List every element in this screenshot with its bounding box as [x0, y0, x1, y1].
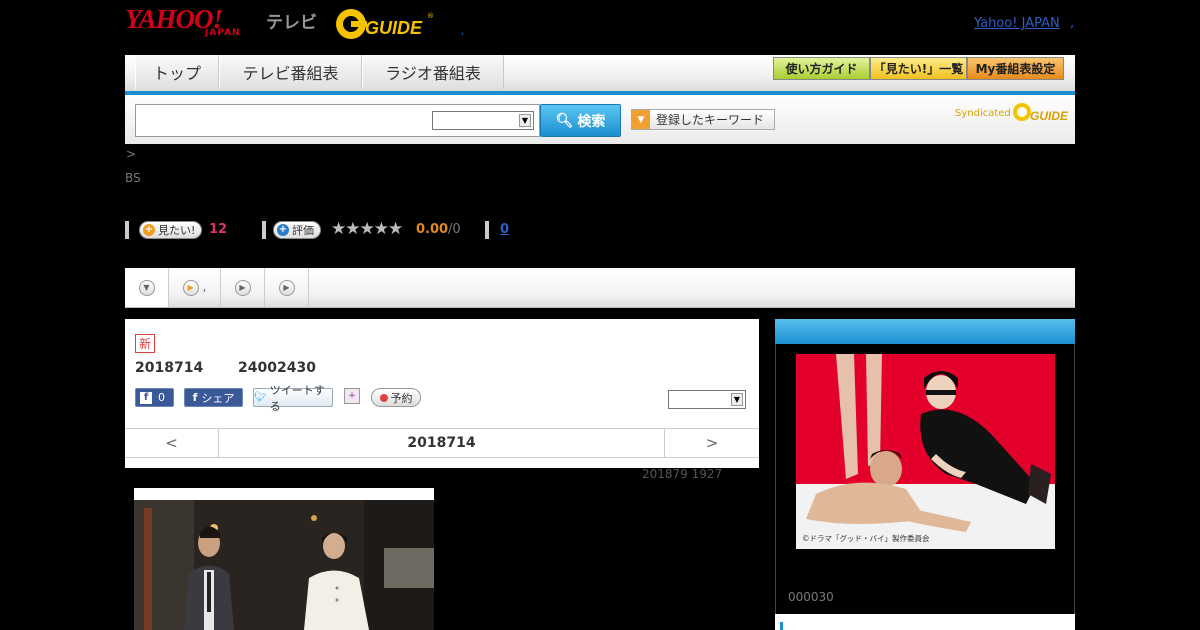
rating-count: /0	[448, 222, 461, 237]
star-icon: ★	[345, 219, 360, 239]
search-button-label: 検索	[577, 113, 606, 130]
program-time: 24002430	[238, 360, 316, 376]
registered-keywords-label: 登録したキーワード	[656, 113, 765, 127]
chevron-down-icon: ▼	[519, 114, 531, 127]
tweet-button[interactable]: 🐦︎ ツイートする	[253, 384, 333, 413]
date-navigator: < 2018714 >	[125, 428, 759, 458]
registered-keywords-button[interactable]: ▼ 登録したキーワード	[631, 109, 775, 130]
yahoo-japan-link[interactable]: Yahoo! JAPAN	[974, 16, 1060, 31]
chevron-down-icon: ▼	[138, 279, 155, 296]
program-scene-image	[134, 488, 434, 630]
yahoo-japan-sublogo: JAPAN	[205, 28, 241, 38]
want-list-button[interactable]: 「見たい!」一覧	[870, 57, 967, 80]
divider-bar	[485, 221, 489, 239]
facebook-share-button[interactable]: f シェア	[184, 388, 243, 407]
reserve-label: 予約	[390, 391, 413, 405]
device-select[interactable]: ▼	[668, 390, 746, 409]
main-nav: トップ テレビ番組表 ラジオ番組表 使い方ガイド 「見たい!」一覧 My番組表設…	[125, 55, 1075, 95]
next-date-button[interactable]: >	[664, 429, 759, 457]
section-marker	[780, 622, 783, 630]
poster-caption: 000030	[788, 590, 834, 604]
tab-radio-schedule[interactable]: ラジオ番組表	[362, 55, 504, 89]
my-schedule-settings-button[interactable]: My番組表設定	[967, 57, 1064, 80]
reserve-button[interactable]: 予約	[371, 388, 421, 407]
svg-text:GUIDE: GUIDE	[365, 18, 423, 38]
want-to-watch-button[interactable]: + 見たい!	[139, 221, 203, 239]
program-panel: 新 2018714 24002430 f 0 f シェア 🐦︎ ツイートする +…	[125, 319, 759, 468]
new-badge: 新	[135, 334, 155, 353]
play-icon: ▶	[182, 279, 199, 296]
right-panel-footer	[775, 614, 1075, 630]
right-panel-header	[775, 319, 1075, 344]
rating-score: 0.00	[416, 222, 449, 237]
right-panel: ©ドラマ「グッド・バイ」製作委員会 000030	[775, 344, 1075, 614]
drama-poster-image[interactable]: ©ドラマ「グッド・バイ」製作委員会	[796, 354, 1055, 549]
facebook-count: 0	[158, 391, 165, 404]
calendar-add-icon[interactable]: +	[344, 388, 360, 404]
star-rating: ★★★★★	[331, 219, 403, 239]
header-trailing-dot: ,	[1070, 16, 1075, 31]
star-icon: ★	[388, 219, 403, 239]
search-icon: 🔍︎	[555, 112, 574, 129]
review-count-link[interactable]: 0	[500, 222, 509, 237]
usage-guide-button[interactable]: 使い方ガイド	[773, 57, 870, 80]
record-icon	[379, 393, 388, 402]
svg-text:®: ®	[427, 12, 433, 20]
tab-tv-schedule[interactable]: テレビ番組表	[219, 55, 362, 89]
search-category-select[interactable]: ▼	[432, 111, 534, 130]
prev-date-button[interactable]: <	[125, 429, 219, 457]
program-date: 2018714	[135, 360, 204, 376]
rate-label: 評価	[292, 224, 314, 237]
tab-top[interactable]: トップ	[135, 55, 219, 89]
tab-program-info[interactable]: ▼	[125, 268, 169, 307]
want-label: 見たい!	[158, 224, 196, 237]
syndicated-gguide-logo: GUIDE	[1013, 103, 1068, 123]
star-icon: ★	[359, 219, 375, 239]
current-date: 2018714	[407, 435, 476, 451]
chevron-down-icon: ▼	[731, 393, 743, 406]
tab-cast[interactable]: ▶	[265, 268, 309, 307]
tab-reviews[interactable]: ▶	[221, 268, 265, 307]
divider-bar	[125, 221, 129, 239]
search-bar: ▼ 🔍︎ 検索 ▼ 登録したキーワード Syndicated GUIDE	[125, 95, 1075, 144]
svg-text:GUIDE: GUIDE	[1030, 109, 1068, 123]
play-icon: ▶	[278, 279, 295, 296]
plus-icon: +	[277, 224, 289, 236]
search-button[interactable]: 🔍︎ 検索	[540, 104, 621, 137]
rate-button[interactable]: + 評価	[273, 221, 321, 239]
divider-bar	[262, 221, 266, 239]
breadcrumb[interactable]: >	[126, 147, 136, 161]
tab-related[interactable]: ▶ ,	[169, 268, 221, 307]
plus-icon: +	[143, 224, 155, 236]
syndicated-label: Syndicated	[955, 108, 1011, 119]
triangle-down-icon: ▼	[632, 110, 650, 129]
poster-credit: ©ドラマ「グッド・バイ」製作委員会	[802, 533, 930, 543]
header-separator: ,	[461, 26, 465, 37]
tv-logo[interactable]: テレビ	[266, 8, 317, 33]
star-icon: ★	[373, 219, 389, 239]
play-icon: ▶	[234, 279, 251, 296]
twitter-bird-icon: 🐦︎	[254, 392, 267, 403]
tweet-label: ツイートする	[269, 383, 325, 413]
facebook-icon: f	[192, 391, 198, 404]
facebook-like-button[interactable]: f 0	[135, 388, 174, 407]
share-label: シェア	[201, 391, 235, 405]
facebook-icon: f	[140, 391, 152, 404]
star-icon: ★	[331, 219, 346, 239]
channel-label: BS	[125, 171, 141, 185]
gguide-logo[interactable]: GUIDE ®	[335, 7, 433, 41]
want-count: 12	[209, 222, 228, 237]
tab-label: ,	[202, 281, 207, 294]
broadcast-note: 201879 1927	[642, 467, 723, 481]
program-tabs: ▼ ▶ , ▶ ▶	[125, 268, 1075, 308]
